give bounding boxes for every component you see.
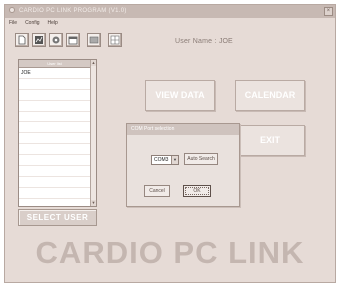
chart-button[interactable]: [32, 33, 46, 47]
calendar-button[interactable]: [66, 33, 80, 47]
list-item[interactable]: [19, 166, 90, 177]
new-file-icon: [18, 35, 26, 45]
list-item[interactable]: [19, 122, 90, 134]
settings-icon: [52, 36, 60, 44]
com-port-dialog: COM Port selection COM3 ▼ Auto Search Ca…: [126, 123, 240, 207]
cancel-button[interactable]: Cancel: [144, 185, 170, 197]
list-item[interactable]: [19, 101, 90, 112]
com-port-value: COM3: [154, 157, 169, 163]
list-item[interactable]: [19, 112, 90, 123]
list-item[interactable]: [19, 133, 90, 145]
app-window: CARDIO PC LINK PROGRAM (V1.0) × File Con…: [4, 4, 336, 283]
list-item[interactable]: [19, 90, 90, 101]
close-button[interactable]: ×: [324, 7, 333, 16]
select-user-button[interactable]: SELECT USER: [18, 209, 97, 226]
scroll-up-arrow-icon[interactable]: ▲: [91, 60, 96, 66]
calendar-icon: [68, 36, 78, 45]
list-item[interactable]: [19, 177, 90, 188]
ok-button[interactable]: OK: [183, 185, 211, 197]
chevron-down-icon[interactable]: ▼: [171, 156, 178, 164]
com-port-select[interactable]: COM3 ▼: [151, 155, 179, 165]
menu-config[interactable]: Config: [25, 18, 39, 29]
app-banner: CARDIO PC LINK: [35, 235, 305, 270]
title-bar: CARDIO PC LINK PROGRAM (V1.0) ×: [5, 5, 335, 18]
new-file-button[interactable]: [15, 33, 29, 47]
list-item[interactable]: [19, 79, 90, 90]
list-item[interactable]: [19, 155, 90, 167]
scroll-down-arrow-icon[interactable]: ▼: [91, 200, 96, 206]
user-name-label: User Name :: [175, 38, 217, 45]
user-list-rows: JOE: [19, 68, 90, 210]
dialog-title: COM Port selection: [127, 124, 239, 135]
user-list[interactable]: User list JOE ▲ ▼: [18, 59, 97, 210]
list-item[interactable]: [19, 188, 90, 199]
menu-help[interactable]: Help: [48, 18, 58, 29]
exit-button[interactable]: EXIT: [235, 125, 305, 156]
menu-file[interactable]: File: [9, 18, 17, 29]
chart-icon: [35, 36, 43, 44]
monitor-button[interactable]: [87, 33, 101, 47]
list-item[interactable]: [19, 199, 90, 210]
grid-icon: [110, 35, 120, 45]
list-item[interactable]: JOE: [19, 68, 90, 79]
calendar-main-button[interactable]: CALENDAR: [235, 80, 305, 111]
auto-search-button[interactable]: Auto Search: [184, 153, 218, 165]
user-name-value: JOE: [219, 38, 233, 45]
settings-button[interactable]: [49, 33, 63, 47]
monitor-icon: [89, 36, 99, 44]
user-list-scrollbar[interactable]: ▲ ▼: [90, 60, 96, 206]
window-title: CARDIO PC LINK PROGRAM (V1.0): [18, 8, 127, 14]
list-item[interactable]: [19, 144, 90, 156]
view-data-button[interactable]: VIEW DATA: [145, 80, 215, 111]
user-list-header: User list: [19, 60, 90, 68]
toolbar: User Name : JOE: [5, 29, 335, 51]
menu-bar: File Config Help: [5, 18, 335, 29]
app-icon: [9, 7, 15, 14]
grid-button[interactable]: [108, 33, 122, 47]
